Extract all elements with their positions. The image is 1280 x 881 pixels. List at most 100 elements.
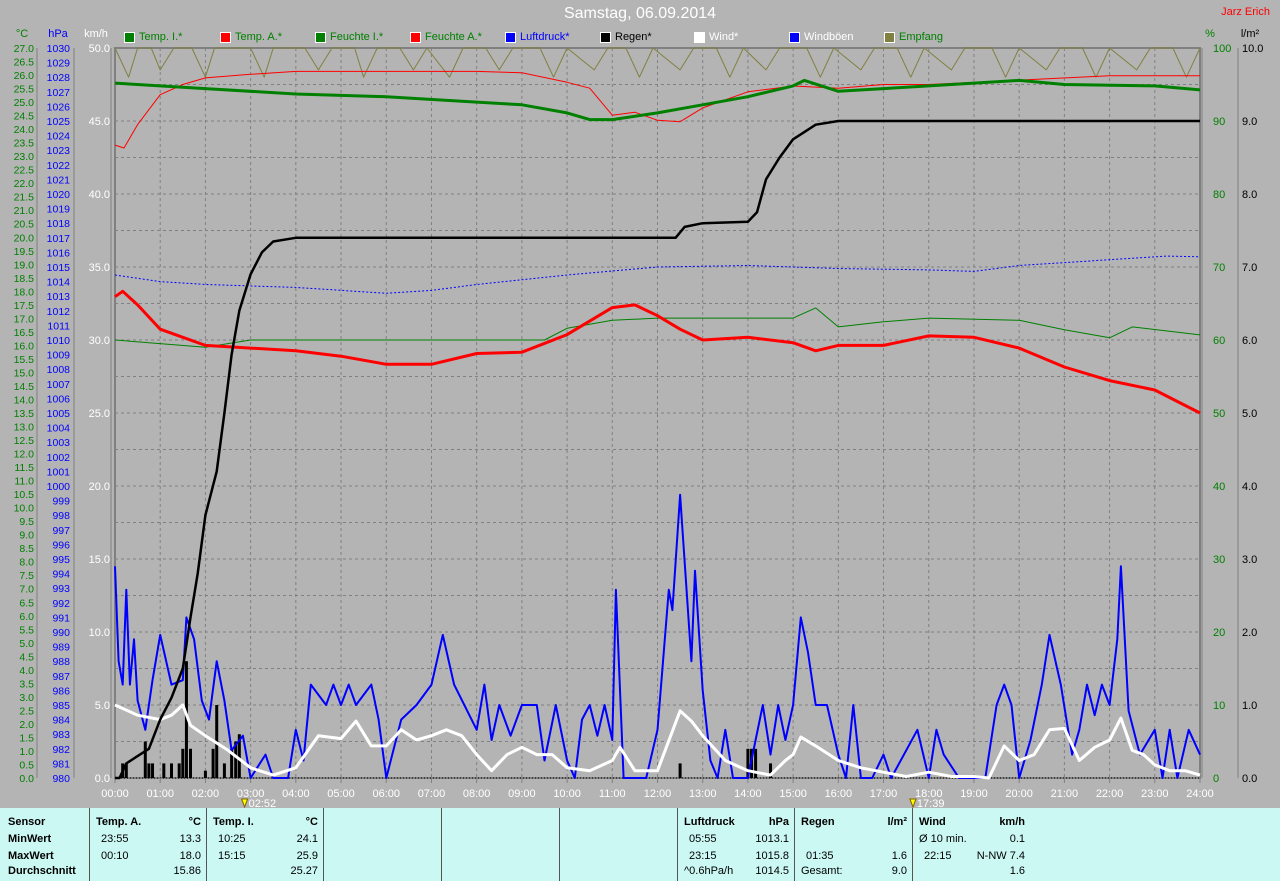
axis-tick-label-pressure: 982 <box>52 744 70 756</box>
axis-tick-label-pressure: 1022 <box>47 160 71 172</box>
col-title: Regen <box>801 816 835 828</box>
axis-tick-label-wind: 20.0 <box>89 481 110 493</box>
axis-tick-label-temp: 26.0 <box>14 70 35 82</box>
x-tick-label: 24:00 <box>1186 788 1214 800</box>
axis-tick-label-temp: 16.5 <box>14 327 35 339</box>
x-tick-label: 00:00 <box>101 788 129 800</box>
axis-tick-label-rain: 8.0 <box>1242 189 1257 201</box>
axis-tick-label-pressure: 1004 <box>47 423 71 435</box>
axis-tick-label-pressure: 1010 <box>47 335 71 347</box>
axis-tick-label-pressure: 1012 <box>47 306 71 318</box>
col-unit: °C <box>305 816 318 828</box>
axis-tick-label-temp: 3.0 <box>19 692 34 704</box>
axis-tick-label-pressure: 1008 <box>47 364 71 376</box>
axis-tick-label-pressure: 1005 <box>47 408 71 420</box>
x-tick-label: 06:00 <box>372 788 400 800</box>
axis-tick-label-humidity: 0 <box>1213 773 1219 785</box>
rain-bar <box>170 763 174 778</box>
axis-tick-label-temp: 23.0 <box>14 151 35 163</box>
axis-tick-label-pressure: 1030 <box>47 43 71 55</box>
axis-tick-label-pressure: 981 <box>52 758 70 770</box>
axis-tick-label-pressure: 998 <box>52 510 70 522</box>
sunset-time-label: 17:39 <box>917 798 945 808</box>
axis-tick-label-humidity: 50 <box>1213 408 1225 420</box>
x-tick-label: 17:00 <box>870 788 898 800</box>
stats-col-pressure: Luftdruck hPa 05:55 1013.1 23:15 1015.8 … <box>677 808 795 881</box>
x-tick-label: 16:00 <box>825 788 853 800</box>
axis-tick-label-pressure: 986 <box>52 685 70 697</box>
axis-tick-label-pressure: 1002 <box>47 452 71 464</box>
col-unit: °C <box>188 816 201 828</box>
axis-tick-label-temp: 27.0 <box>14 43 35 55</box>
axis-tick-label-temp: 15.5 <box>14 354 35 366</box>
axis-tick-label-wind: 25.0 <box>89 408 110 420</box>
axis-tick-label-pressure: 996 <box>52 539 70 551</box>
axis-tick-label-temp: 8.0 <box>19 557 34 569</box>
row-label: MinWert <box>8 833 52 845</box>
axis-tick-label-rain: 6.0 <box>1242 335 1257 347</box>
x-tick-label: 12:00 <box>644 788 672 800</box>
min-time: 23:55 <box>101 833 129 845</box>
axis-tick-label-pressure: 1011 <box>47 320 70 332</box>
axis-tick-label-pressure: 991 <box>52 612 70 624</box>
x-tick-label: 22:00 <box>1096 788 1124 800</box>
axis-tick-label-pressure: 1028 <box>47 72 71 84</box>
col-title: Luftdruck <box>684 816 735 828</box>
avg10-value: 0.1 <box>1009 833 1025 845</box>
axis-tick-label-temp: 0.5 <box>19 759 34 771</box>
avg-value: 15.86 <box>173 865 201 877</box>
x-tick-label: 05:00 <box>327 788 355 800</box>
max-value: 1015.8 <box>755 850 789 862</box>
stats-col-rain: Regen l/m² 01:35 1.6 Gesamt: 9.0 <box>794 808 913 881</box>
row-label: MaxWert <box>8 850 54 862</box>
col-title: Wind <box>919 816 946 828</box>
row-label: Durchschnitt <box>8 865 76 877</box>
max-time: 23:15 <box>689 850 717 862</box>
axis-unit-pressure: hPa <box>48 28 68 40</box>
axis-tick-label-pressure: 1025 <box>47 116 71 128</box>
axis-tick-label-pressure: 983 <box>52 729 70 741</box>
col-title: Temp. A. <box>96 816 142 828</box>
axis-tick-label-pressure: 999 <box>52 496 70 508</box>
total-label: Gesamt: <box>801 865 843 877</box>
axis-tick-label-temp: 9.5 <box>19 516 34 528</box>
axis-tick-label-temp: 1.5 <box>19 732 34 744</box>
axis-tick-label-humidity: 70 <box>1213 262 1225 274</box>
axis-tick-label-pressure: 994 <box>52 569 70 581</box>
axis-tick-label-wind: 10.0 <box>89 627 110 639</box>
axis-tick-label-temp: 18.0 <box>14 286 35 298</box>
series-luftdruck <box>114 255 1201 294</box>
stats-col-wind: Wind km/h Ø 10 min. 0.1 22:15 N-NW 7.4 1… <box>912 808 1031 881</box>
axis-tick-label-humidity: 90 <box>1213 116 1225 128</box>
x-tick-label: 10:00 <box>553 788 581 800</box>
axis-unit-temp: °C <box>16 28 28 40</box>
sunrise-time-label: 02:52 <box>249 798 277 808</box>
axis-tick-label-humidity: 100 <box>1213 43 1231 55</box>
rain-bar <box>181 748 185 778</box>
axis-tick-label-temp: 26.5 <box>14 57 35 69</box>
axis-tick-label-temp: 24.0 <box>14 124 35 136</box>
axis-tick-label-rain: 0.0 <box>1242 773 1257 785</box>
axis-tick-label-wind: 30.0 <box>89 335 110 347</box>
weather-chart: 00:00 01:00 02:00 03:00 04:00 05:00 06:00 07:00… <box>14 28 1263 808</box>
axis-tick-label-temp: 21.0 <box>14 205 35 217</box>
axis-tick-label-pressure: 1024 <box>47 131 71 143</box>
x-tick-label: 07:00 <box>418 788 446 800</box>
axis-tick-label-humidity: 40 <box>1213 481 1225 493</box>
axis-tick-label-temp: 12.0 <box>14 449 35 461</box>
axis-tick-label-temp: 13.5 <box>14 408 35 420</box>
rain-bar <box>151 763 155 778</box>
axis-tick-label-wind: 5.0 <box>95 700 110 712</box>
series-temp-a <box>114 289 1201 415</box>
axis-tick-label-pressure: 990 <box>52 627 70 639</box>
max-time: 15:15 <box>218 850 246 862</box>
axis-tick-label-pressure: 1026 <box>47 101 71 113</box>
axis-tick-label-temp: 19.0 <box>14 259 35 271</box>
rain-bar <box>203 770 207 778</box>
sunrise-icon <box>240 798 249 808</box>
axis-tick-label-wind: 45.0 <box>89 116 110 128</box>
axis-tick-label-temp: 3.5 <box>19 678 34 690</box>
axis-tick-label-temp: 4.0 <box>19 665 34 677</box>
axis-tick-label-temp: 10.5 <box>14 489 35 501</box>
avg-value: 25.27 <box>290 865 318 877</box>
